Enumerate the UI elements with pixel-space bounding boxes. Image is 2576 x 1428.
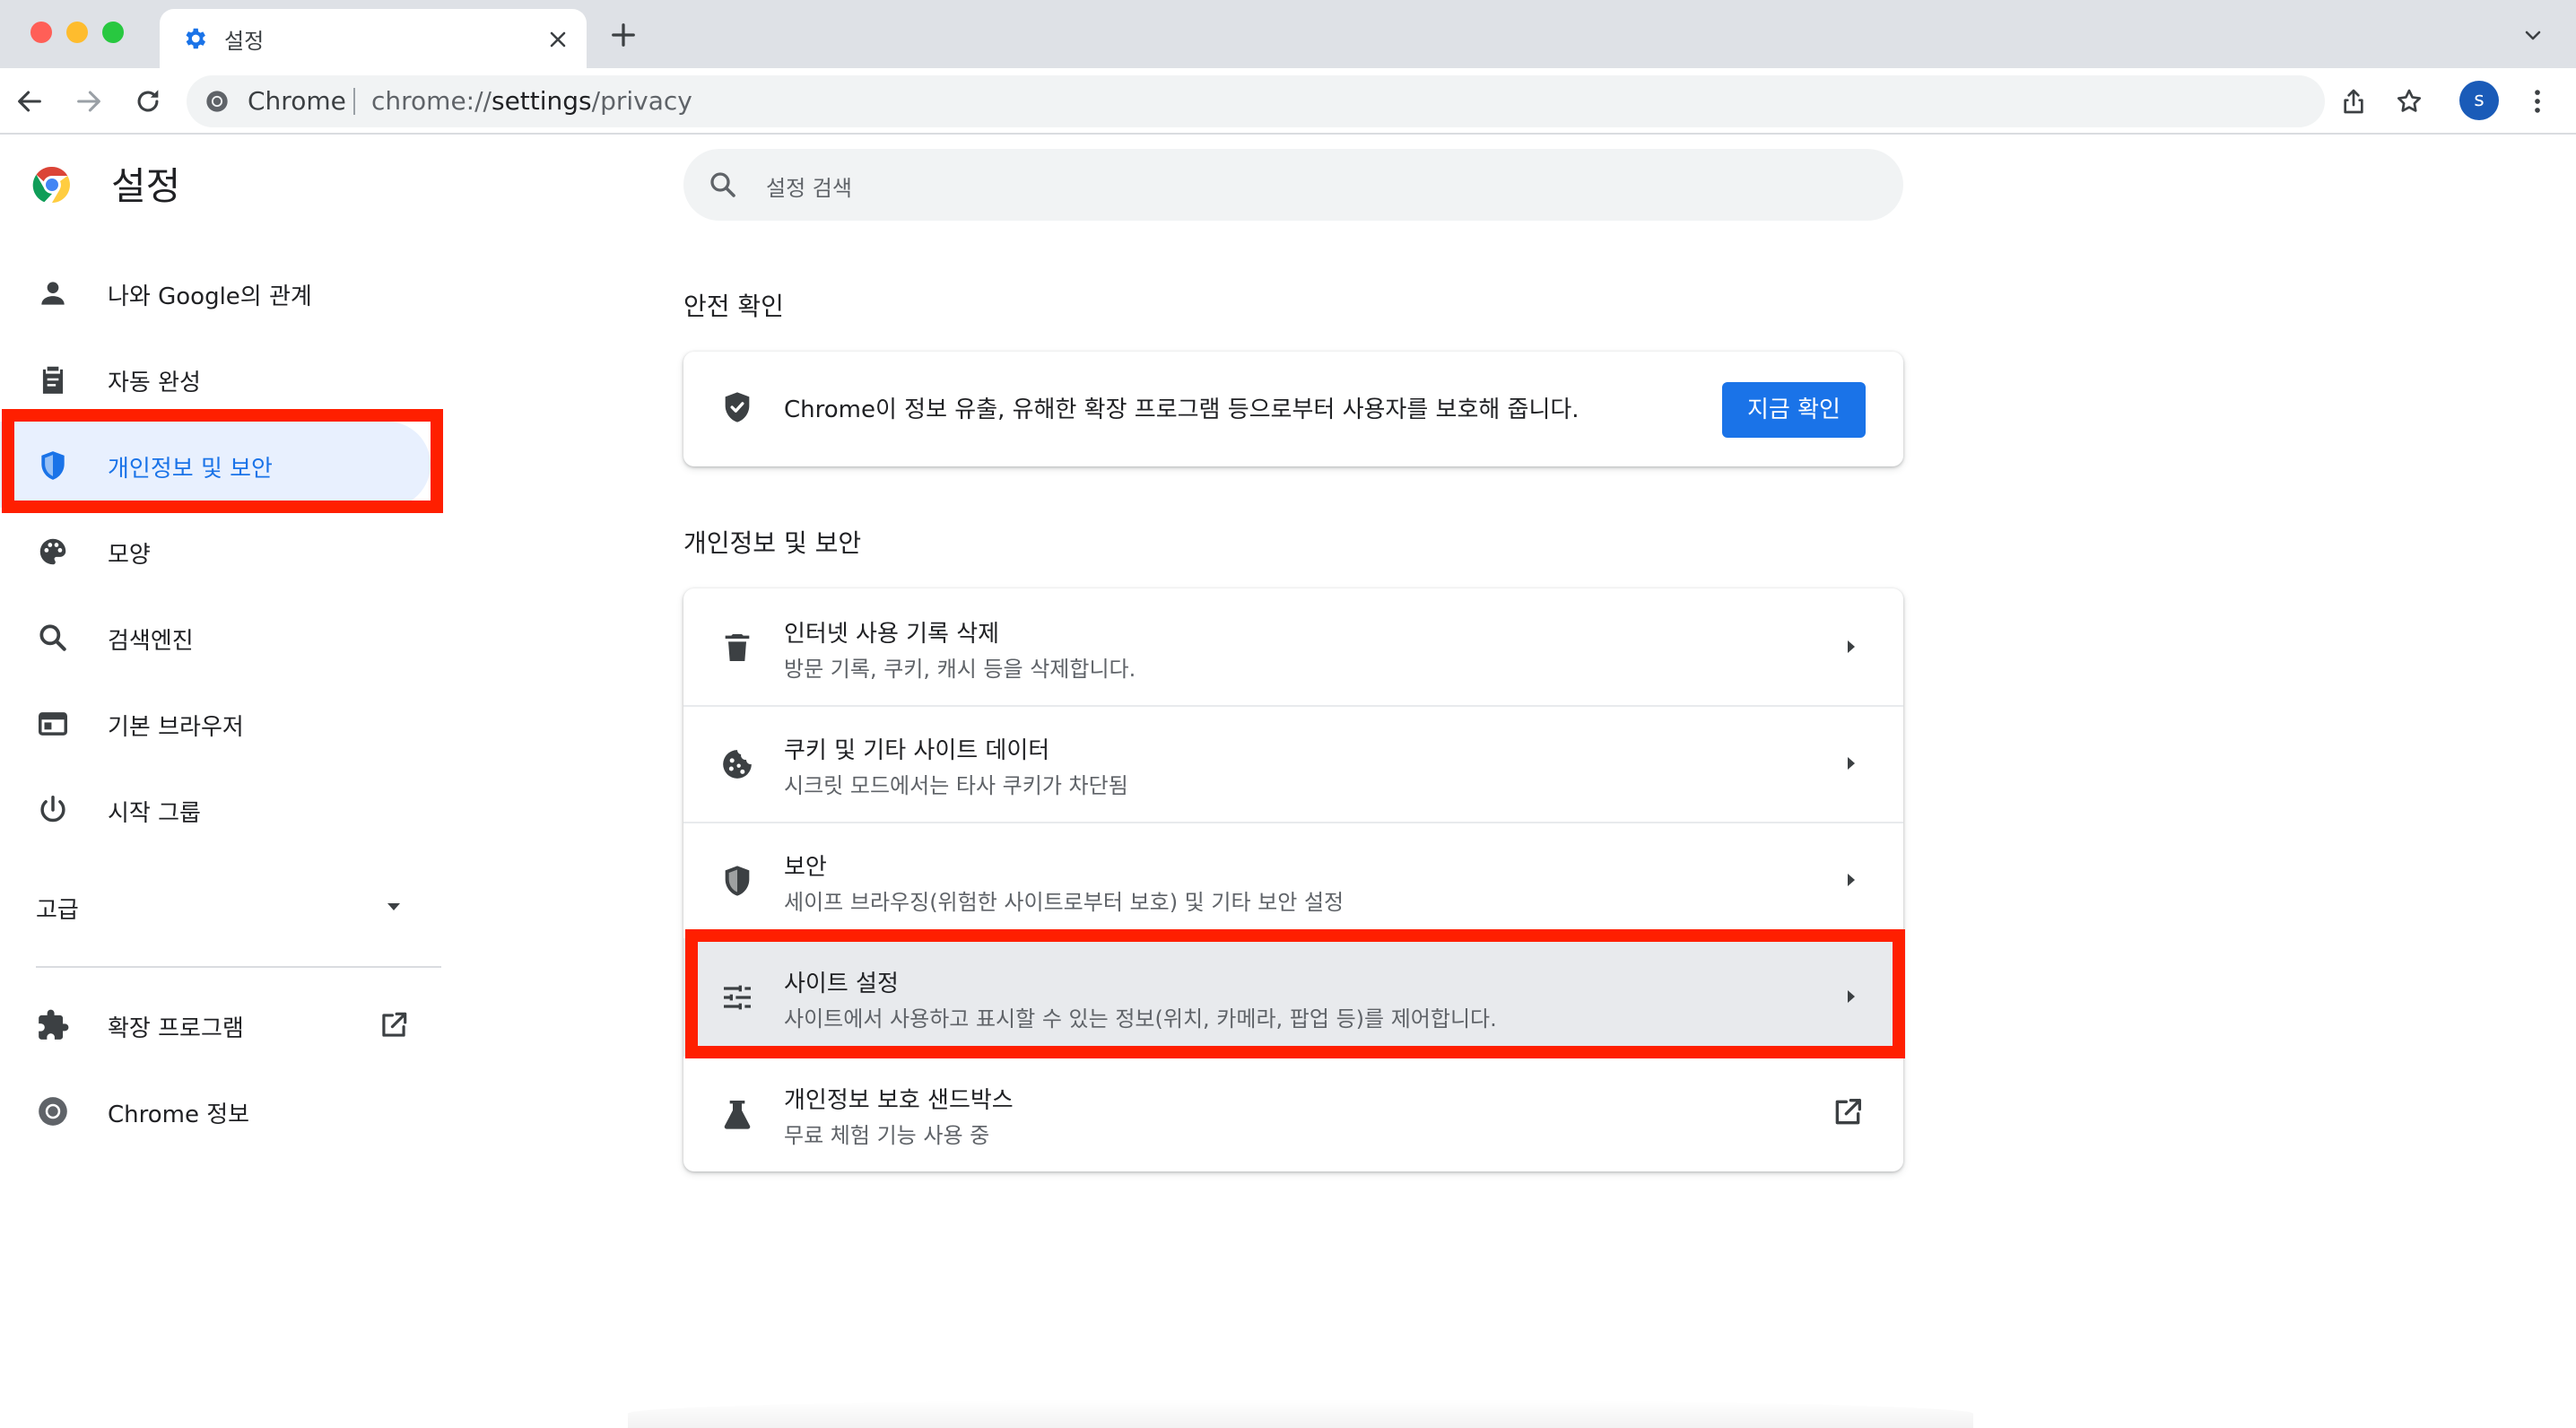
chrome-logo-icon	[32, 166, 70, 203]
palette-icon	[39, 538, 66, 565]
search-placeholder: 설정 검색	[766, 176, 852, 201]
sidebar-item-appearance[interactable]: 모양	[0, 508, 431, 594]
arrow-right-icon	[1848, 640, 1855, 653]
tune-icon	[724, 985, 751, 1010]
row-divider	[683, 822, 1903, 823]
omnibox-divider	[353, 88, 355, 115]
sidebar-item-label: 시작 그룹	[108, 800, 201, 827]
row-privacy-sandbox[interactable]: 개인정보 보호 샌드박스 무료 체험 기능 사용 중	[683, 1055, 1903, 1171]
sidebar-item-on-startup[interactable]: 시작 그룹	[0, 766, 431, 852]
sidebar-item-label: 확장 프로그램	[108, 1015, 244, 1042]
reload-icon[interactable]	[133, 86, 163, 117]
row-clear-browsing-data[interactable]: 인터넷 사용 기록 삭제 방문 기록, 쿠키, 캐시 등을 삭제합니다.	[683, 588, 1903, 705]
row-subtitle: 방문 기록, 쿠키, 캐시 등을 삭제합니다.	[784, 657, 1136, 682]
sidebar-item-label: 자동 완성	[108, 370, 201, 396]
sidebar-item-label: 개인정보 및 보안	[108, 456, 273, 483]
tab-strip: 설정	[0, 0, 2576, 68]
check-now-button[interactable]: 지금 확인	[1722, 382, 1866, 438]
url-text: chrome://settings/privacy	[371, 86, 692, 116]
row-divider	[683, 705, 1903, 707]
privacy-security-heading: 개인정보 및 보안	[683, 528, 862, 558]
search-icon	[39, 624, 66, 651]
puzzle-icon	[39, 1009, 69, 1040]
row-subtitle: 무료 체험 기능 사용 중	[784, 1123, 990, 1148]
cookie-icon	[723, 750, 752, 779]
shield-icon	[41, 451, 65, 480]
row-divider	[683, 938, 1903, 940]
sidebar-item-label: 모양	[108, 542, 151, 569]
sidebar-item-autofill[interactable]: 자동 완성	[0, 335, 431, 422]
site-label: Chrome	[248, 86, 346, 116]
sidebar-item-search-engine[interactable]: 검색엔진	[0, 594, 431, 680]
privacy-security-card: 인터넷 사용 기록 삭제 방문 기록, 쿠키, 캐시 등을 삭제합니다. 쿠키 …	[683, 588, 1903, 1171]
row-title: 사이트 설정	[784, 971, 899, 997]
caret-down-icon[interactable]	[384, 901, 404, 913]
search-icon	[710, 172, 735, 197]
window-zoom-button[interactable]	[102, 22, 124, 43]
chevron-down-icon[interactable]	[2522, 25, 2544, 47]
arrow-right-icon	[1848, 874, 1855, 886]
row-divider	[683, 1055, 1903, 1057]
browser-window-icon	[39, 712, 67, 736]
power-icon	[40, 796, 65, 823]
address-bar[interactable]: Chrome chrome://settings/privacy	[187, 75, 2422, 127]
open-in-new-icon	[382, 1012, 407, 1037]
row-title: 개인정보 보호 샌드박스	[784, 1087, 1014, 1114]
sidebar-item-label: 나와 Google의 관계	[108, 283, 312, 310]
flask-icon	[724, 1101, 751, 1129]
shield-icon	[725, 866, 750, 896]
profile-avatar[interactable]: s	[2459, 81, 2499, 120]
bottom-shadow	[628, 1399, 1973, 1428]
row-title: 보안	[784, 854, 827, 881]
sidebar-item-default-browser[interactable]: 기본 브라우저	[0, 680, 431, 766]
safety-check-heading: 안전 확인	[683, 292, 784, 321]
sidebar-divider	[36, 966, 441, 968]
sidebar-item-label: Chrome 정보	[108, 1101, 250, 1128]
trash-icon	[725, 634, 750, 661]
clipboard-icon	[42, 366, 64, 394]
shield-check-icon	[725, 392, 750, 422]
sidebar-item-label: 기본 브라우저	[108, 714, 244, 741]
row-security[interactable]: 보안 세이프 브라우징(위험한 사이트로부터 보호) 및 기타 보안 설정	[683, 822, 1903, 938]
row-cookies[interactable]: 쿠키 및 기타 사이트 데이터 시크릿 모드에서는 타사 쿠키가 차단됨	[683, 705, 1903, 822]
share-icon[interactable]	[2339, 87, 2368, 116]
window-minimize-button[interactable]	[66, 22, 88, 43]
bookmark-star-icon[interactable]	[2395, 87, 2424, 116]
sidebar-item-about-chrome[interactable]: Chrome 정보	[0, 1067, 431, 1154]
tab-settings[interactable]: 설정	[160, 9, 587, 68]
row-subtitle: 사이트에서 사용하고 표시할 수 있는 정보(위치, 카메라, 팝업 등)를 제…	[784, 1006, 1497, 1032]
row-title: 쿠키 및 기타 사이트 데이터	[784, 737, 1050, 764]
plus-icon[interactable]	[610, 22, 637, 48]
sidebar-item-extensions[interactable]: 확장 프로그램	[0, 981, 431, 1067]
safety-check-card: Chrome이 정보 유출, 유해한 확장 프로그램 등으로부터 사용자를 보호…	[683, 352, 1903, 466]
sidebar-item-label: 검색엔진	[108, 628, 194, 655]
close-icon[interactable]	[547, 29, 569, 50]
sidebar-advanced-toggle[interactable]: 고급	[36, 892, 79, 925]
tab-title: 설정	[224, 29, 265, 54]
arrow-right-icon[interactable]	[74, 86, 104, 117]
row-title: 인터넷 사용 기록 삭제	[784, 621, 1000, 648]
chrome-icon	[39, 1097, 67, 1126]
settings-search-input[interactable]: 설정 검색	[683, 149, 1903, 221]
row-subtitle: 시크릿 모드에서는 타사 쿠키가 차단됨	[784, 773, 1128, 798]
more-vert-icon[interactable]	[2522, 84, 2553, 118]
arrow-left-icon[interactable]	[14, 86, 45, 117]
arrow-right-icon	[1848, 757, 1855, 770]
browser-toolbar: Chrome chrome://settings/privacy s	[0, 68, 2576, 135]
page-title: 설정	[111, 164, 181, 208]
arrow-right-icon	[1848, 990, 1855, 1003]
chrome-site-icon[interactable]	[205, 89, 230, 114]
gear-icon	[186, 28, 205, 49]
safety-check-description: Chrome이 정보 유출, 유해한 확장 프로그램 등으로부터 사용자를 보호…	[784, 396, 1580, 423]
row-site-settings[interactable]: 사이트 설정 사이트에서 사용하고 표시할 수 있는 정보(위치, 카메라, 팝…	[683, 938, 1903, 1055]
open-in-new-icon	[1835, 1099, 1861, 1125]
window-close-button[interactable]	[30, 22, 52, 43]
sidebar-item-you-and-google[interactable]: 나와 Google의 관계	[0, 249, 431, 335]
row-subtitle: 세이프 브라우징(위험한 사이트로부터 보호) 및 기타 보안 설정	[784, 890, 1345, 915]
person-icon	[41, 282, 65, 305]
sidebar-item-privacy-security[interactable]: 개인정보 및 보안	[0, 422, 431, 508]
